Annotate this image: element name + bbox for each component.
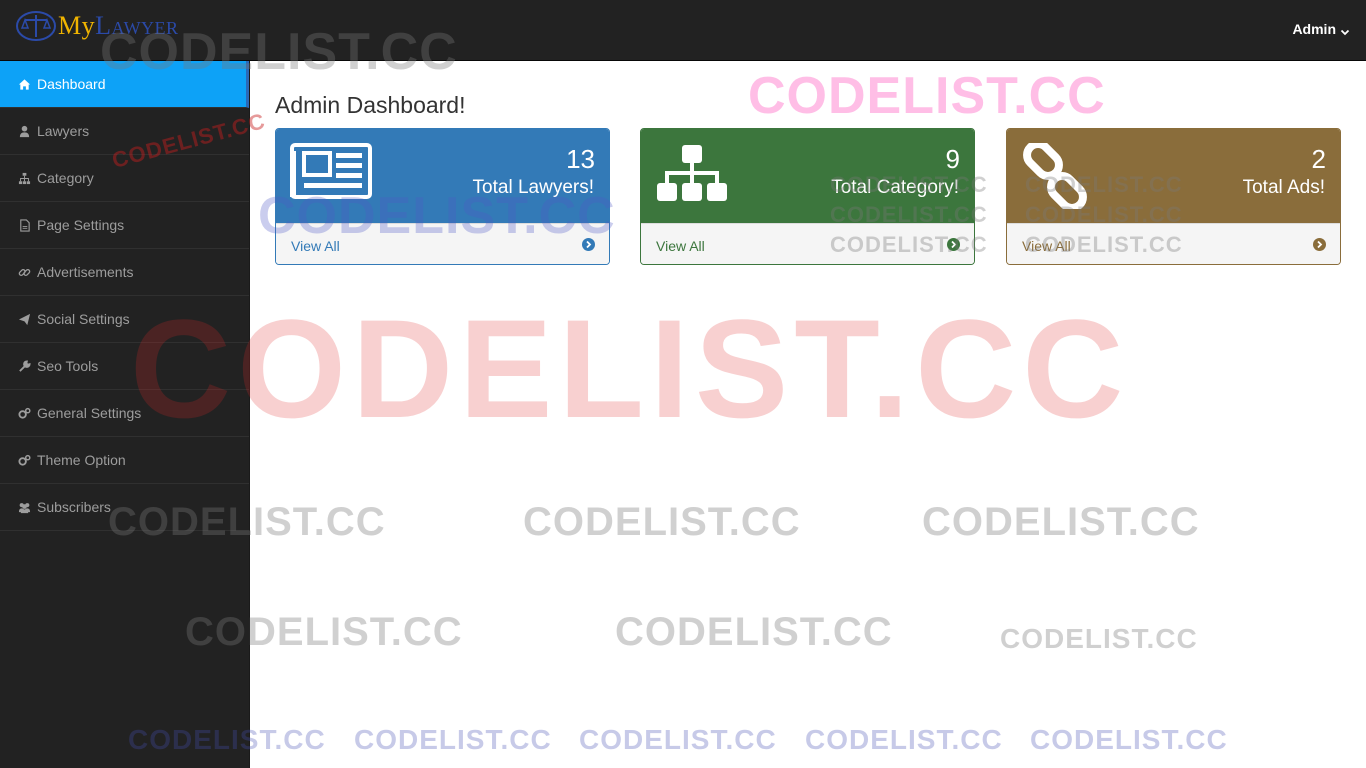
- sidebar-item-label: Theme Option: [37, 452, 126, 468]
- sidebar-item-label: Advertisements: [37, 264, 134, 280]
- sidebar-item-label: Page Settings: [37, 217, 125, 233]
- sidebar-item-subscribers[interactable]: Subscribers: [0, 484, 249, 531]
- ads-label: Total Ads!: [1242, 177, 1325, 198]
- view-all-label: View All: [1022, 238, 1071, 254]
- sidebar-nav: Dashboard Lawyers Category Page Settings…: [0, 61, 250, 768]
- panel-heading: 2 Total Ads!: [1007, 129, 1340, 223]
- arrow-circle-right-icon: [582, 238, 595, 251]
- wrench-icon: [17, 359, 31, 373]
- users-icon: [17, 500, 31, 514]
- sitemap-icon: [655, 143, 729, 210]
- page-title: Admin Dashboard!: [275, 92, 466, 118]
- home-icon: [17, 77, 31, 91]
- sidebar-item-label: Dashboard: [37, 76, 106, 92]
- brand-my: My: [58, 11, 96, 40]
- arrow-circle-right-icon: [1313, 238, 1326, 251]
- ads-count: 2: [1311, 144, 1326, 174]
- chain-link-icon: [1021, 140, 1089, 214]
- sidebar-item-advertisements[interactable]: Advertisements: [0, 249, 249, 296]
- scales-of-justice-icon: [16, 10, 56, 42]
- total-lawyers-panel: 13 Total Lawyers! View All: [275, 128, 610, 265]
- sidebar-item-theme-option[interactable]: Theme Option: [0, 437, 249, 484]
- file-icon: [17, 218, 31, 232]
- sidebar-item-social-settings[interactable]: Social Settings: [0, 296, 249, 343]
- category-count: 9: [945, 144, 960, 174]
- cogs-icon: [17, 406, 31, 420]
- sidebar-item-label: Category: [37, 170, 94, 186]
- view-all-label: View All: [291, 238, 340, 254]
- view-all-lawyers-link[interactable]: View All: [276, 223, 609, 264]
- admin-user-menu[interactable]: Admin: [1292, 21, 1350, 37]
- sidebar-item-dashboard[interactable]: Dashboard: [0, 61, 249, 108]
- sidebar-item-seo-tools[interactable]: Seo Tools: [0, 343, 249, 390]
- link-icon: [17, 265, 31, 279]
- cogs-icon: [17, 453, 31, 467]
- brand-name: MyLawyer: [58, 11, 179, 41]
- sidebar-item-label: Subscribers: [37, 499, 111, 515]
- arrow-circle-right-icon: [947, 238, 960, 251]
- view-all-label: View All: [656, 238, 705, 254]
- sidebar-item-general-settings[interactable]: General Settings: [0, 390, 249, 437]
- newspaper-icon: [290, 143, 372, 204]
- view-all-category-link[interactable]: View All: [641, 223, 974, 264]
- sidebar-item-label: General Settings: [37, 405, 142, 421]
- chevron-down-icon: [1340, 24, 1350, 36]
- brand-logo[interactable]: MyLawyer: [16, 8, 179, 44]
- sidebar-item-label: Seo Tools: [37, 358, 99, 374]
- sidebar-item-category[interactable]: Category: [0, 155, 249, 202]
- panel-heading: 13 Total Lawyers!: [276, 129, 609, 223]
- sidebar-item-page-settings[interactable]: Page Settings: [0, 202, 249, 249]
- total-category-panel: 9 Total Category! View All: [640, 128, 975, 265]
- view-all-ads-link[interactable]: View All: [1007, 223, 1340, 264]
- user-tie-icon: [17, 124, 31, 138]
- brand-lawyer: Lawyer: [95, 11, 179, 40]
- sitemap-icon: [17, 171, 31, 185]
- sidebar-item-label: Lawyers: [37, 123, 90, 139]
- category-label: Total Category!: [831, 177, 959, 198]
- total-ads-panel: 2 Total Ads! View All: [1006, 128, 1341, 265]
- top-navbar: MyLawyer Admin: [0, 0, 1366, 61]
- lawyers-count: 13: [566, 144, 595, 174]
- lawyers-label: Total Lawyers!: [472, 177, 594, 198]
- main-content: Admin Dashboard! 13 Total Lawyers! View …: [250, 61, 1366, 768]
- panel-heading: 9 Total Category!: [641, 129, 974, 223]
- admin-menu-label: Admin: [1292, 21, 1336, 37]
- sidebar-item-lawyers[interactable]: Lawyers: [0, 108, 249, 155]
- paper-plane-icon: [17, 312, 31, 326]
- sidebar-item-label: Social Settings: [37, 311, 130, 327]
